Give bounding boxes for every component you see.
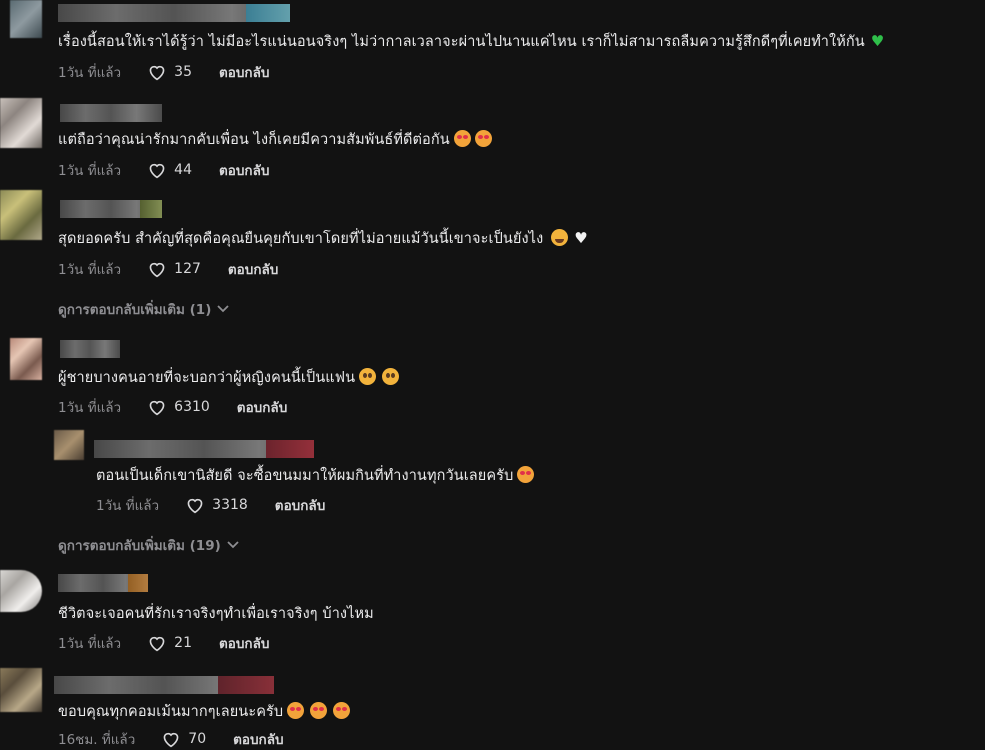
pleading-emoji-icon <box>359 368 377 385</box>
reply-button[interactable]: ตอบกลับ <box>228 258 278 280</box>
heart-outline-icon <box>149 163 165 179</box>
like-count: 127 <box>174 261 201 277</box>
comment-text: ผู้ชายบางคนอายที่จะบอกว่าผู้หญิงคนนี้เป็… <box>58 366 400 389</box>
username-blurred[interactable] <box>54 676 274 694</box>
timestamp: 1วัน ที่แล้ว <box>58 636 122 652</box>
username-blurred[interactable] <box>60 200 162 218</box>
pleading-emoji-icon <box>382 368 400 385</box>
timestamp: 1วัน ที่แล้ว <box>58 65 122 81</box>
comment-text-body: ตอนเป็นเด็กเขานิสัยดี จะซื้อขนมมาให้ผมกิ… <box>96 468 514 484</box>
avatar[interactable] <box>0 668 42 712</box>
reply-button[interactable]: ตอบกลับ <box>219 159 269 181</box>
comment-text: สุดยอดครับ สำคัญที่สุดคือคุณยืนคุยกับเขา… <box>58 227 588 250</box>
like-count: 44 <box>174 162 192 178</box>
comment-text-body: ขอบคุณทุกคอมเม้นมากๆเลยนะครับ <box>58 704 284 720</box>
heart-eyes-emoji-icon <box>333 702 351 719</box>
reply-button[interactable]: ตอบกลับ <box>237 396 287 418</box>
like-button[interactable]: 21 <box>147 634 192 652</box>
timestamp: 16ชม. ที่แล้ว <box>58 732 136 748</box>
laughing-emoji-icon <box>551 229 569 246</box>
like-count: 6310 <box>174 399 210 415</box>
like-count: 21 <box>174 635 192 651</box>
comment-text: ชีวิตจะเจอคนที่รักเราจริงๆทำเพื่อเราจริง… <box>58 602 374 625</box>
heart-outline-icon <box>149 400 165 416</box>
avatar[interactable] <box>54 430 84 460</box>
white-heart-icon: ♥ <box>574 229 588 247</box>
comment-text: เรื่องนี้สอนให้เราได้รู้ว่า ไม่มีอะไรแน่… <box>58 30 884 53</box>
view-more-replies-label: ดูการตอบกลับเพิ่มเติม (19) <box>58 538 221 554</box>
avatar[interactable] <box>0 98 42 148</box>
comment-meta: 1วัน ที่แล้ว 6310 ตอบกลับ <box>58 396 287 418</box>
username-blurred[interactable] <box>60 104 162 122</box>
like-button[interactable]: 70 <box>161 730 206 748</box>
like-count: 70 <box>188 731 207 747</box>
like-count: 3318 <box>212 497 248 513</box>
chevron-down-icon <box>227 541 239 549</box>
heart-outline-icon <box>163 732 179 748</box>
like-button[interactable]: 35 <box>147 63 192 81</box>
heart-outline-icon <box>149 636 165 652</box>
like-count: 35 <box>174 64 192 80</box>
heart-outline-icon <box>149 262 165 278</box>
reply-button[interactable]: ตอบกลับ <box>219 61 269 83</box>
avatar[interactable] <box>10 338 42 380</box>
comment-text-body: แต่ถือว่าคุณน่ารักมากคับเพื่อน ไงก็เคยมี… <box>58 132 450 148</box>
reply-button[interactable]: ตอบกลับ <box>219 632 269 654</box>
username-blurred[interactable] <box>58 4 290 22</box>
avatar[interactable] <box>0 570 42 612</box>
like-button[interactable]: 44 <box>147 161 192 179</box>
comment-text: ตอนเป็นเด็กเขานิสัยดี จะซื้อขนมมาให้ผมกิ… <box>96 464 535 487</box>
view-more-replies-button[interactable]: ดูการตอบกลับเพิ่มเติม (1) <box>58 298 229 320</box>
like-button[interactable]: 127 <box>147 260 201 278</box>
comment-meta: 1วัน ที่แล้ว 44 ตอบกลับ <box>58 159 269 181</box>
username-blurred[interactable] <box>58 574 148 592</box>
like-button[interactable]: 3318 <box>185 496 248 514</box>
comment-text-body: สุดยอดครับ สำคัญที่สุดคือคุณยืนคุยกับเขา… <box>58 231 544 247</box>
reply-button[interactable]: ตอบกลับ <box>275 494 325 516</box>
comment-meta: 1วัน ที่แล้ว 35 ตอบกลับ <box>58 61 269 83</box>
chevron-down-icon <box>217 305 229 313</box>
comment-text-body: ผู้ชายบางคนอายที่จะบอกว่าผู้หญิงคนนี้เป็… <box>58 370 356 386</box>
heart-eyes-emoji-icon <box>287 702 305 719</box>
reply-button[interactable]: ตอบกลับ <box>233 728 283 750</box>
comment-text-body: ชีวิตจะเจอคนที่รักเราจริงๆทำเพื่อเราจริง… <box>58 606 374 622</box>
heart-eyes-emoji-icon <box>517 466 535 483</box>
heart-eyes-emoji-icon <box>474 130 492 147</box>
timestamp: 1วัน ที่แล้ว <box>58 163 122 179</box>
comment-meta: 1วัน ที่แล้ว 21 ตอบกลับ <box>58 632 269 654</box>
heart-eyes-emoji-icon <box>310 702 328 719</box>
timestamp: 1วัน ที่แล้ว <box>58 400 122 416</box>
comment-text: แต่ถือว่าคุณน่ารักมากคับเพื่อน ไงก็เคยมี… <box>58 128 492 151</box>
comment-meta: 1วัน ที่แล้ว 3318 ตอบกลับ <box>96 494 325 516</box>
username-blurred[interactable] <box>94 440 314 458</box>
like-button[interactable]: 6310 <box>147 398 210 416</box>
view-more-replies-button[interactable]: ดูการตอบกลับเพิ่มเติม (19) <box>58 534 239 556</box>
comment-meta: 16ชม. ที่แล้ว 70 ตอบกลับ <box>58 728 284 750</box>
heart-outline-icon <box>149 65 165 81</box>
comment-text-body: เรื่องนี้สอนให้เราได้รู้ว่า ไม่มีอะไรแน่… <box>58 34 865 50</box>
username-blurred[interactable] <box>60 340 120 358</box>
green-heart-icon: ♥ <box>870 32 885 50</box>
heart-eyes-emoji-icon <box>453 130 471 147</box>
view-more-replies-label: ดูการตอบกลับเพิ่มเติม (1) <box>58 302 212 318</box>
timestamp: 1วัน ที่แล้ว <box>58 262 122 278</box>
avatar[interactable] <box>10 0 42 38</box>
comment-text: ขอบคุณทุกคอมเม้นมากๆเลยนะครับ <box>58 700 351 723</box>
heart-outline-icon <box>187 498 203 514</box>
avatar[interactable] <box>0 190 42 240</box>
comment-meta: 1วัน ที่แล้ว 127 ตอบกลับ <box>58 258 278 280</box>
timestamp: 1วัน ที่แล้ว <box>96 498 160 514</box>
